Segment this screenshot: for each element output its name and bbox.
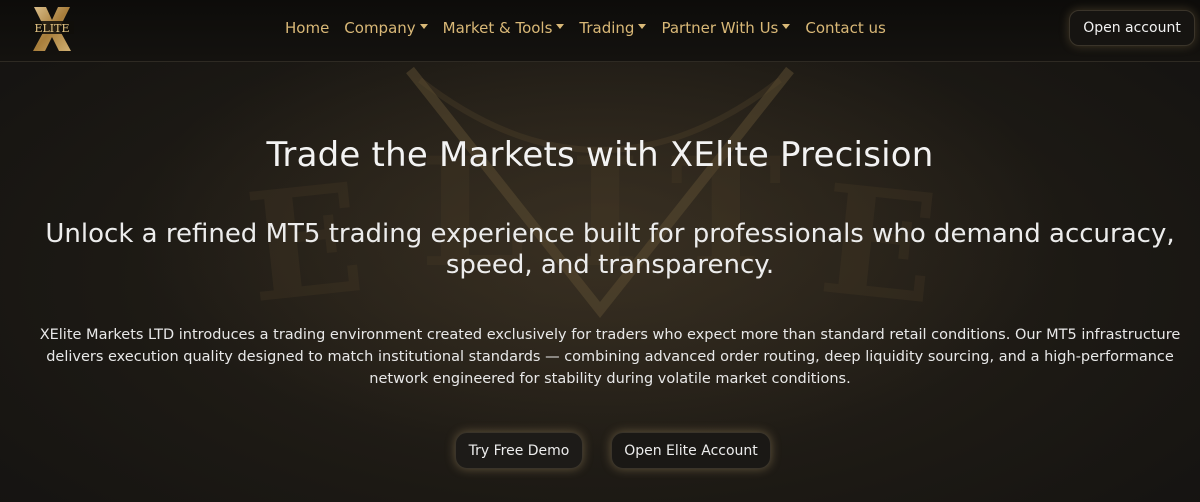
nav-trading[interactable]: Trading [579,19,647,37]
nav-market-tools-label: Market & Tools [442,19,553,37]
hero-title: Trade the Markets with XElite Precision [266,135,934,175]
main-nav: Home Company Market & Tools Trading Part… [285,17,886,39]
nav-partner[interactable]: Partner With Us [661,19,791,37]
open-elite-account-button[interactable]: Open Elite Account [611,432,771,469]
nav-company-label: Company [344,19,416,37]
nav-trading-label: Trading [579,19,635,37]
top-navbar: ELITE Home Company Market & Tools Tradin… [0,0,1200,62]
chevron-down-icon [638,23,647,29]
chevron-down-icon [556,23,565,29]
nav-contact-label: Contact us [805,19,886,37]
open-account-button[interactable]: Open account [1069,10,1195,46]
nav-home[interactable]: Home [285,19,329,37]
chevron-down-icon [782,23,791,29]
svg-text:ELITE: ELITE [34,22,69,35]
hero-subtitle: Unlock a refined MT5 trading experience … [45,219,1175,280]
chevron-down-icon [419,23,428,29]
nav-home-label: Home [285,19,330,37]
try-free-demo-button[interactable]: Try Free Demo [455,432,583,469]
elite-logo-icon[interactable]: ELITE [28,4,76,54]
nav-contact[interactable]: Contact us [805,19,885,37]
nav-partner-label: Partner With Us [661,19,779,37]
nav-market-tools[interactable]: Market & Tools [443,19,565,37]
hero-description: XElite Markets LTD introduces a trading … [39,327,1181,387]
nav-company[interactable]: Company [344,19,428,37]
